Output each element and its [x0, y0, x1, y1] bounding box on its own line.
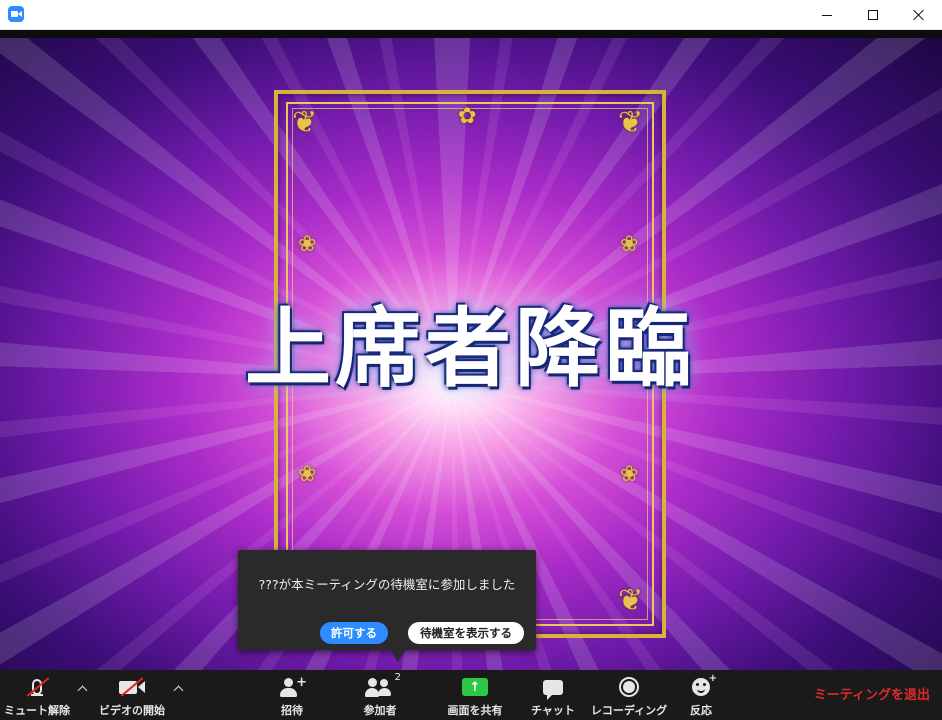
- notification-pointer: [391, 650, 405, 662]
- corner-flourish-icon: ❦: [618, 583, 644, 618]
- audio-options-caret[interactable]: [77, 684, 88, 696]
- participants-icon: 2: [365, 672, 401, 700]
- close-icon: [913, 9, 925, 21]
- participants-button[interactable]: 2 参加者: [354, 670, 406, 720]
- notification-message: ???が本ミーティングの待機室に参加しました: [258, 577, 516, 592]
- participants-count: 2: [394, 672, 401, 683]
- title-bar: [0, 0, 942, 30]
- close-button[interactable]: [896, 0, 942, 30]
- view-waiting-room-button[interactable]: 待機室を表示する: [408, 622, 524, 644]
- recording-label: レコーディング: [590, 704, 668, 717]
- participants-label: 参加者: [363, 704, 397, 717]
- chevron-up-icon: [173, 685, 184, 696]
- minimize-icon: [822, 14, 832, 16]
- side-flourish-icon: ❀: [620, 462, 639, 487]
- unmute-label: ミュート解除: [4, 704, 70, 717]
- corner-flourish-icon: ❦: [292, 105, 318, 140]
- share-screen-label: 画面を共有: [447, 704, 503, 717]
- chat-bubble-icon: [538, 674, 568, 700]
- chat-button[interactable]: チャット: [530, 670, 576, 720]
- add-person-icon: +: [277, 674, 307, 700]
- chevron-up-icon: [77, 685, 88, 696]
- unmute-button[interactable]: ミュート解除: [2, 670, 72, 720]
- admit-button[interactable]: 許可する: [320, 622, 388, 644]
- maximize-icon: [868, 10, 878, 20]
- invite-label: 招待: [281, 704, 303, 717]
- waiting-room-notification: ???が本ミーティングの待機室に参加しました 許可する 待機室を表示する: [238, 550, 536, 650]
- share-screen-button[interactable]: ↑ 画面を共有: [440, 670, 510, 720]
- side-flourish-icon: ❀: [298, 462, 317, 487]
- start-video-button[interactable]: ビデオの開始: [94, 670, 170, 720]
- start-video-label: ビデオの開始: [99, 704, 165, 717]
- corner-flourish-icon: ❦: [618, 105, 644, 140]
- top-strip: [0, 30, 942, 38]
- reactions-label: 反応: [690, 704, 712, 717]
- video-off-icon: [117, 674, 147, 700]
- zoom-video-icon: [8, 6, 24, 22]
- microphone-muted-icon: [22, 674, 52, 700]
- leave-meeting-button[interactable]: ミーティングを退出: [814, 684, 930, 703]
- maximize-button[interactable]: [850, 0, 896, 30]
- top-flourish-icon: ✿: [458, 104, 477, 129]
- chat-label: チャット: [531, 704, 575, 717]
- share-screen-icon: ↑: [460, 674, 490, 700]
- recording-button[interactable]: レコーディング: [590, 670, 668, 720]
- side-flourish-icon: ❀: [620, 232, 639, 257]
- zoom-meeting-window: ❦ ❦ ❦ ❦ ✿ ❀ ❀ ❀ ❀ 上席者降臨 ???が本ミーティングの待機室に…: [0, 0, 942, 720]
- headline-text: 上席者降臨: [245, 298, 695, 399]
- reactions-button[interactable]: + 反応: [682, 670, 720, 720]
- minimize-button[interactable]: [804, 0, 850, 30]
- invite-button[interactable]: + 招待: [270, 670, 314, 720]
- meeting-toolbar: ミュート解除 ビデオの開始 + 招待 2 参加者 ↑ 画面を共有 チャット レコ…: [0, 670, 942, 720]
- add-reaction-icon: +: [686, 674, 717, 700]
- side-flourish-icon: ❀: [298, 232, 317, 257]
- video-options-caret[interactable]: [173, 684, 184, 696]
- record-icon: [614, 674, 644, 700]
